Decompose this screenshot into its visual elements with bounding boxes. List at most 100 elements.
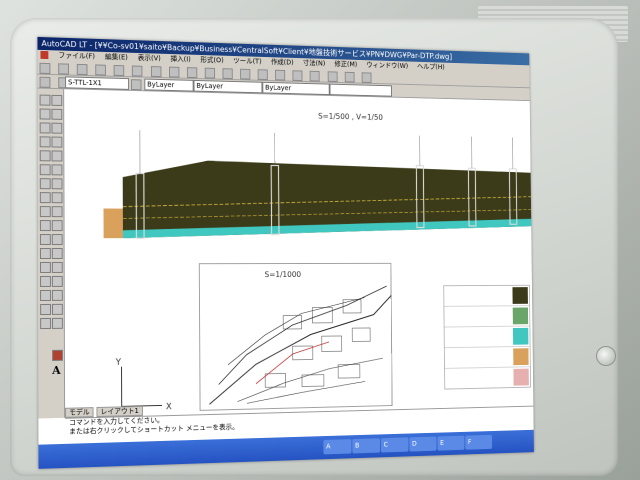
- preview-icon[interactable]: [113, 64, 125, 77]
- task-button-d[interactable]: D: [409, 436, 437, 452]
- join-tool-icon[interactable]: [51, 303, 63, 315]
- line-tool-icon[interactable]: [39, 94, 51, 106]
- layer-dropdown[interactable]: S-TTL-1X1: [65, 76, 130, 90]
- erase-tool-icon[interactable]: [51, 94, 63, 106]
- pencil-tool-icon[interactable]: [52, 349, 63, 361]
- spline-tool-icon[interactable]: [39, 192, 51, 204]
- legend-row-line: [445, 367, 531, 369]
- task-button-c[interactable]: C: [380, 437, 409, 453]
- menu-file[interactable]: ファイル(F): [58, 51, 95, 60]
- legend-swatch-grass: [512, 307, 529, 325]
- wipeout-tool-icon[interactable]: [40, 303, 52, 316]
- ellipse-tool-icon[interactable]: [39, 206, 51, 218]
- offset-tool-icon[interactable]: [51, 136, 63, 148]
- color-value: ByLayer: [147, 80, 175, 90]
- cut-icon[interactable]: [132, 65, 143, 77]
- layer-manager-icon[interactable]: [39, 76, 51, 88]
- menu-insert[interactable]: 挿入(I): [170, 55, 190, 63]
- save-icon[interactable]: [76, 63, 88, 76]
- fillet-tool-icon[interactable]: [51, 275, 63, 287]
- task-button-e[interactable]: E: [437, 435, 465, 451]
- paste-icon[interactable]: [168, 66, 180, 78]
- parcel: [283, 315, 301, 329]
- move-tool-icon[interactable]: [51, 164, 63, 176]
- insert-block-icon[interactable]: [39, 220, 51, 232]
- new-file-icon[interactable]: [39, 62, 51, 74]
- color-dropdown[interactable]: ByLayer: [144, 78, 194, 92]
- menu-window[interactable]: ウィンドウ(W): [366, 61, 408, 70]
- parcel: [343, 300, 361, 313]
- linetype-dropdown[interactable]: ByLayer: [193, 79, 263, 94]
- array-tool-icon[interactable]: [51, 150, 63, 162]
- help-icon[interactable]: [361, 72, 372, 83]
- legend-row-line: [444, 306, 530, 307]
- explode-tool-icon[interactable]: [51, 289, 63, 301]
- mirror-tool-icon[interactable]: [51, 122, 63, 134]
- task-button-b[interactable]: B: [352, 438, 381, 454]
- layer-name: S-TTL-1X1: [68, 78, 102, 88]
- pan-icon[interactable]: [240, 68, 251, 80]
- plot-style-dropdown[interactable]: [329, 83, 392, 97]
- redo-icon[interactable]: [222, 68, 233, 80]
- make-current-layer-icon[interactable]: [130, 79, 142, 91]
- match-properties-icon[interactable]: [186, 67, 198, 79]
- scale-tool-icon[interactable]: [51, 192, 63, 204]
- arc-tool-icon[interactable]: [39, 150, 51, 162]
- rectangle-tool-icon[interactable]: [39, 136, 51, 148]
- copy-tool-icon[interactable]: [51, 108, 63, 120]
- table-tool-icon[interactable]: [40, 289, 51, 302]
- task-button-a[interactable]: A: [323, 439, 352, 455]
- drawing-canvas: S=1/500 , V=1/50 S=1/1000 Y X: [103, 112, 533, 412]
- point-tool-icon[interactable]: [39, 248, 51, 259]
- menu-modify[interactable]: 修正(M): [334, 60, 357, 68]
- make-block-icon[interactable]: [39, 234, 51, 246]
- menu-tools[interactable]: ツール(T): [233, 57, 261, 66]
- linetype-value: ByLayer: [196, 81, 224, 91]
- menu-dimension[interactable]: 寸法(N): [303, 59, 325, 67]
- menu-format[interactable]: 形式(O): [200, 56, 223, 64]
- menu-help[interactable]: ヘルプ(H): [417, 63, 445, 71]
- stretch-tool-icon[interactable]: [51, 206, 63, 218]
- menu-view[interactable]: 表示(V): [138, 54, 161, 63]
- plan-section: S=1/1000: [199, 263, 392, 410]
- plan-scale-label: S=1/1000: [265, 270, 302, 279]
- task-button-f[interactable]: F: [465, 434, 493, 450]
- zoom-realtime-icon[interactable]: [257, 69, 268, 81]
- legend-swatch-soil: [512, 287, 528, 304]
- autocad-app-icon[interactable]: [40, 50, 49, 60]
- trim-tool-icon[interactable]: [51, 220, 63, 232]
- break-tool-icon[interactable]: [51, 248, 63, 259]
- power-button-icon[interactable]: [596, 346, 616, 366]
- legend-table: [444, 285, 531, 389]
- copy-icon[interactable]: [150, 66, 162, 78]
- profile-section: S=1/500 , V=1/50: [103, 112, 531, 239]
- menu-draw[interactable]: 作成(D): [271, 58, 294, 66]
- print-icon[interactable]: [95, 64, 107, 76]
- road-outline: [218, 286, 387, 384]
- rotate-tool-icon[interactable]: [51, 178, 63, 190]
- donut-tool-icon[interactable]: [40, 317, 52, 330]
- pedit-tool-icon[interactable]: [52, 317, 63, 329]
- design-center-icon[interactable]: [327, 71, 338, 82]
- polyline-tool-icon[interactable]: [39, 108, 51, 120]
- menu-edit[interactable]: 編集(E): [105, 53, 128, 62]
- undo-icon[interactable]: [204, 67, 215, 79]
- lineweight-dropdown[interactable]: ByLayer: [262, 81, 330, 96]
- circle-tool-icon[interactable]: [39, 164, 51, 176]
- legend-swatch-water: [512, 327, 529, 345]
- properties-icon[interactable]: [310, 70, 321, 82]
- tool-palette-icon[interactable]: [344, 71, 355, 83]
- chamfer-tool-icon[interactable]: [51, 261, 63, 273]
- road-outline: [209, 295, 392, 404]
- revision-cloud-tool-icon[interactable]: [39, 178, 51, 190]
- hatch-tool-icon[interactable]: [40, 261, 51, 273]
- drawing-area[interactable]: S=1/500 , V=1/50 S=1/1000 Y X: [64, 89, 534, 418]
- extend-tool-icon[interactable]: [51, 234, 63, 246]
- legend-row-line: [444, 346, 530, 347]
- region-tool-icon[interactable]: [40, 275, 51, 288]
- multiline-text-icon[interactable]: A: [52, 364, 60, 377]
- polygon-tool-icon[interactable]: [39, 122, 51, 134]
- zoom-previous-icon[interactable]: [292, 70, 303, 82]
- zoom-window-icon[interactable]: [275, 69, 286, 81]
- open-file-icon[interactable]: [58, 63, 70, 75]
